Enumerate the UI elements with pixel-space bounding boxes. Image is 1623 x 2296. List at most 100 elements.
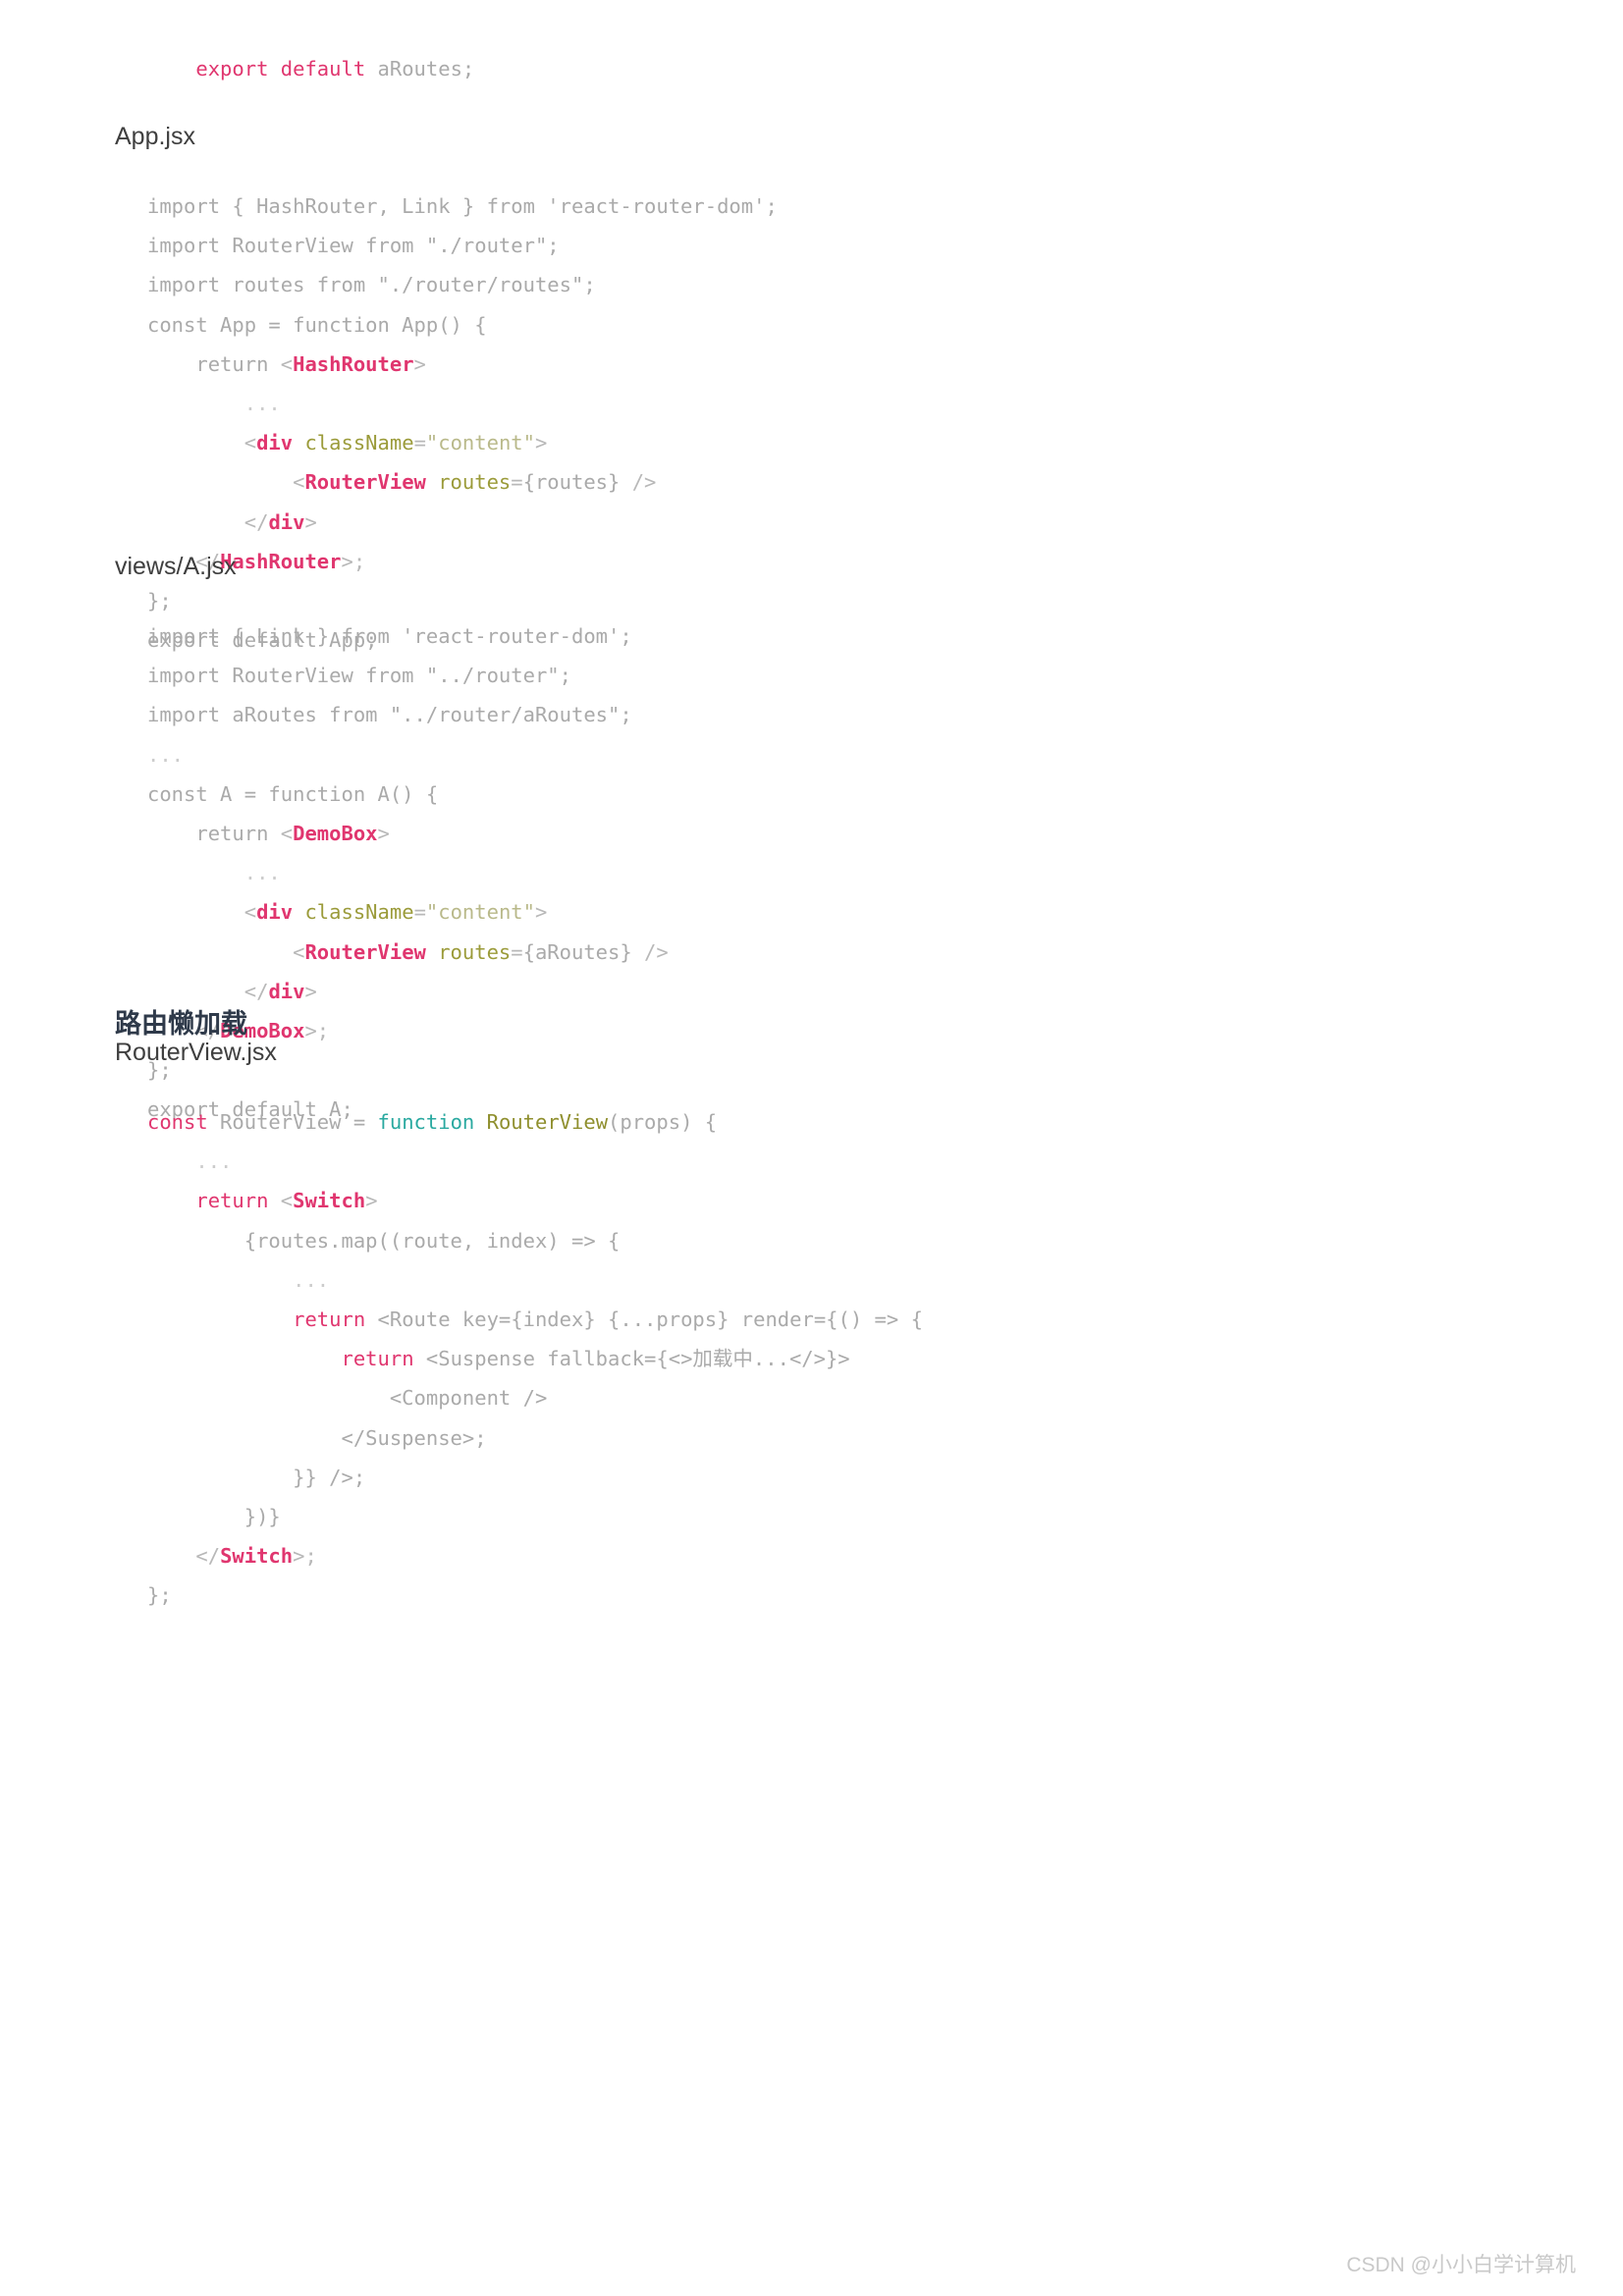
code-line: ... bbox=[147, 384, 778, 423]
code-token: > bbox=[304, 979, 317, 1003]
code-token: >; bbox=[304, 1019, 330, 1043]
code-token: RouterView bbox=[486, 1110, 609, 1134]
code-line: }; bbox=[147, 581, 778, 620]
code-token: > bbox=[377, 822, 390, 846]
code-token: < bbox=[280, 1189, 294, 1213]
code-block-app-jsx: import { HashRouter, Link } from 'react-… bbox=[147, 187, 778, 660]
code-token: >; bbox=[341, 549, 366, 573]
code-token: }} />; bbox=[147, 1465, 366, 1489]
code-line: })} bbox=[147, 1497, 923, 1536]
code-token: ... bbox=[147, 1267, 330, 1292]
caption-views-a-jsx: views/A.jsx bbox=[115, 553, 237, 580]
code-token: >; bbox=[293, 1544, 317, 1569]
code-line: return <Suspense fallback={<>加载中...</>}> bbox=[147, 1339, 923, 1378]
caption-app-jsx: App.jsx bbox=[115, 123, 195, 150]
code-token: const bbox=[147, 1110, 208, 1134]
code-token: const A = function A() { bbox=[147, 781, 439, 806]
code-token: {routes} bbox=[522, 470, 621, 495]
code-token: = bbox=[511, 939, 523, 964]
code-token: = bbox=[413, 431, 426, 455]
code-token: })} bbox=[147, 1505, 281, 1529]
code-token: > bbox=[365, 1189, 378, 1213]
code-token: = bbox=[413, 900, 426, 925]
code-token: <Component /> bbox=[147, 1386, 548, 1411]
code-token: </ bbox=[195, 1544, 221, 1569]
code-line: import { HashRouter, Link } from 'react-… bbox=[147, 187, 778, 226]
code-line: import RouterView from "../router"; bbox=[147, 656, 669, 695]
code-token: > bbox=[413, 351, 426, 376]
code-token: < bbox=[293, 470, 305, 495]
code-token: > bbox=[535, 900, 548, 925]
csdn-watermark: CSDN @小小白学计算机 bbox=[1346, 2254, 1576, 2276]
code-token: import aRoutes from "../router/aRoutes"; bbox=[147, 703, 632, 727]
code-token: import { Link } from 'react-router-dom'; bbox=[147, 624, 632, 648]
code-token: </Suspense>; bbox=[147, 1425, 487, 1450]
code-line: return <Switch> bbox=[147, 1181, 923, 1220]
code-token: Switch bbox=[293, 1189, 366, 1213]
code-line: const RouterView = function RouterView(p… bbox=[147, 1102, 923, 1142]
code-block-aroutes-tail: export default aRoutes; bbox=[147, 49, 474, 88]
code-token: /> bbox=[631, 939, 669, 964]
code-token: return bbox=[293, 1308, 366, 1332]
code-token: <Suspense fallback={<>加载中...</>}> bbox=[413, 1347, 850, 1371]
code-line: {routes.map((route, index) => { bbox=[147, 1221, 923, 1260]
code-line: <div className="content"> bbox=[147, 423, 778, 462]
code-line: }; bbox=[147, 1575, 923, 1615]
code-token: < bbox=[243, 900, 257, 925]
code-line: return <HashRouter> bbox=[147, 345, 778, 384]
code-token: DemoBox bbox=[293, 822, 378, 846]
code-token: RouterView = bbox=[207, 1110, 378, 1134]
article-page: export default aRoutes; App.jsx import {… bbox=[0, 0, 1623, 2296]
code-token: (props) { bbox=[608, 1110, 718, 1134]
code-token: ... bbox=[147, 742, 185, 767]
code-token: <Route key={index} {...props} render={()… bbox=[365, 1308, 923, 1332]
code-line: return <DemoBox> bbox=[147, 814, 669, 853]
code-token: import RouterView from "../router"; bbox=[147, 664, 571, 688]
code-token: RouterView bbox=[304, 470, 426, 495]
code-line: <Component /> bbox=[147, 1378, 923, 1417]
code-token: className bbox=[304, 431, 414, 455]
code-line: import routes from "./router/routes"; bbox=[147, 265, 778, 304]
code-token: function bbox=[377, 1110, 475, 1134]
code-block-routerview-jsx: const RouterView = function RouterView(p… bbox=[147, 1102, 923, 1616]
section-heading-lazy-loading: 路由懒加载 bbox=[115, 1009, 247, 1039]
code-line: const A = function A() { bbox=[147, 774, 669, 814]
code-line: }} />; bbox=[147, 1458, 923, 1497]
code-token: "content" bbox=[425, 431, 535, 455]
code-line: </div> bbox=[147, 503, 778, 542]
code-line: import aRoutes from "../router/aRoutes"; bbox=[147, 695, 669, 734]
code-line: ... bbox=[147, 1142, 923, 1181]
code-line: import { Link } from 'react-router-dom'; bbox=[147, 616, 669, 656]
code-token: = bbox=[511, 470, 523, 495]
code-line: <RouterView routes={routes} /> bbox=[147, 462, 778, 502]
code-line: return <Route key={index} {...props} ren… bbox=[147, 1300, 923, 1339]
code-token: div bbox=[268, 979, 305, 1003]
code-token: </ bbox=[243, 509, 269, 534]
code-token: ... bbox=[147, 392, 281, 416]
code-line: <RouterView routes={aRoutes} /> bbox=[147, 933, 669, 972]
code-token: {routes.map((route, index) => { bbox=[147, 1228, 621, 1253]
code-line: ... bbox=[147, 853, 669, 892]
code-token: /> bbox=[620, 470, 657, 495]
code-token: {aRoutes} bbox=[522, 939, 632, 964]
code-token: div bbox=[256, 900, 294, 925]
code-line: </div> bbox=[147, 972, 669, 1011]
caption-routerview-jsx: RouterView.jsx bbox=[115, 1039, 277, 1066]
code-line: ... bbox=[147, 1260, 923, 1300]
code-line: const App = function App() { bbox=[147, 305, 778, 345]
code-token: div bbox=[268, 509, 305, 534]
code-token: < bbox=[293, 939, 305, 964]
code-line: </Suspense>; bbox=[147, 1418, 923, 1458]
code-token: > bbox=[535, 431, 548, 455]
code-token: const App = function App() { bbox=[147, 312, 487, 337]
code-line: </Switch>; bbox=[147, 1536, 923, 1575]
